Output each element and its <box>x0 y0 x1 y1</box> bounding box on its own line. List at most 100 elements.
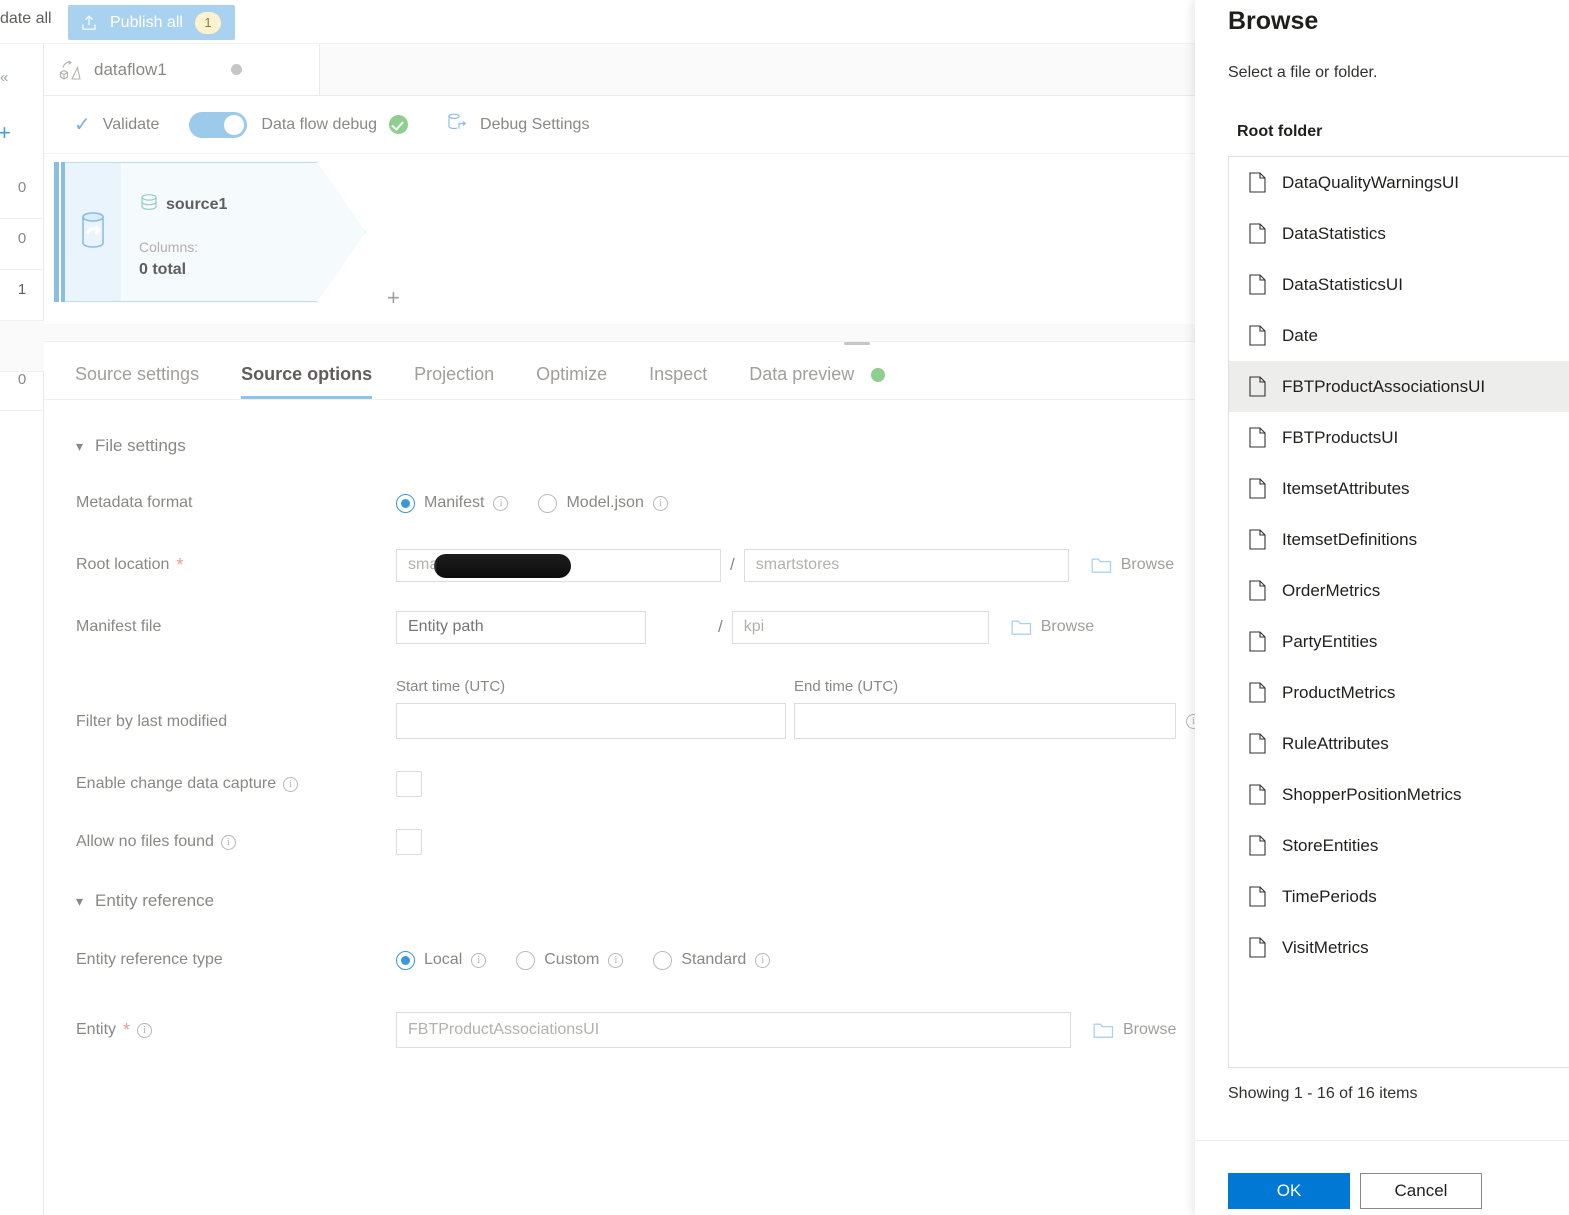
browse-list-item[interactable]: PartyEntities <box>1229 616 1569 667</box>
browse-list-item[interactable]: VisitMetrics <box>1229 922 1569 973</box>
cancel-button[interactable]: Cancel <box>1360 1173 1482 1209</box>
entity-input[interactable]: FBTProductAssociationsUI <box>396 1012 1071 1048</box>
browse-list-item-label: RuleAttributes <box>1282 733 1389 753</box>
browse-panel: Browse Select a file or folder. Root fol… <box>1195 0 1569 1215</box>
manifest-entity-path-input[interactable] <box>396 610 646 644</box>
browse-list-item-label: OrderMetrics <box>1282 580 1381 600</box>
root-location-folder-input[interactable]: smartstores <box>743 548 1069 582</box>
browse-list-item[interactable]: DataStatistics <box>1229 208 1569 259</box>
tab-inspect[interactable]: Inspect <box>649 364 707 399</box>
browse-panel-subtitle: Select a file or folder. <box>1228 64 1378 81</box>
publish-all-button[interactable]: Publish all 1 <box>68 5 235 40</box>
browse-list-item-label: ItemsetDefinitions <box>1282 529 1418 549</box>
file-icon <box>1249 835 1266 856</box>
browse-list-item[interactable]: OrderMetrics <box>1229 565 1569 616</box>
browse-list-item[interactable]: StoreEntities <box>1229 820 1569 871</box>
browse-list-item[interactable]: Date <box>1229 310 1569 361</box>
radio-model-json[interactable]: Model.json i <box>538 493 668 513</box>
radio-custom-control[interactable] <box>516 950 536 970</box>
validate-all-label[interactable]: date all <box>0 10 52 28</box>
file-icon <box>1249 376 1266 397</box>
radio-standard[interactable]: Standard i <box>653 950 771 970</box>
root-location-browse-label: Browse <box>1120 556 1175 573</box>
redaction-overlay <box>434 553 571 578</box>
file-icon <box>1249 937 1266 958</box>
data-flow-debug-toggle[interactable] <box>189 111 248 138</box>
info-icon[interactable]: i <box>608 952 624 968</box>
manifest-name-input[interactable]: kpi <box>731 610 989 644</box>
node-add-icon[interactable]: + <box>387 287 400 309</box>
browse-list-item[interactable]: ItemsetDefinitions <box>1229 514 1569 565</box>
validate-label: Validate <box>102 115 160 133</box>
info-icon[interactable]: i <box>283 776 299 792</box>
browse-list-item[interactable]: FBTProductAssociationsUI <box>1229 361 1569 412</box>
entity-browse-button[interactable]: Browse <box>1093 1021 1176 1039</box>
tab-source-settings[interactable]: Source settings <box>75 364 199 399</box>
chevron-down-icon: ▾ <box>76 437 84 454</box>
allow-no-files-checkbox[interactable] <box>396 829 422 855</box>
radio-standard-control[interactable] <box>653 950 673 970</box>
radio-manifest[interactable]: Manifest i <box>396 493 509 513</box>
source-node[interactable]: source1 Columns: 0 total + <box>54 162 400 309</box>
dataflow-tab[interactable]: dataflow1 <box>44 44 320 96</box>
debug-settings-button[interactable]: Debug Settings <box>446 112 589 137</box>
file-settings-title: File settings <box>95 436 186 455</box>
end-time-input[interactable] <box>794 703 1176 739</box>
browse-file-list[interactable]: DataQualityWarningsUI DataStatistics DataS… <box>1228 156 1569 1068</box>
enable-cdc-checkbox[interactable] <box>396 771 422 797</box>
rail-count-4: 0 <box>0 360 44 411</box>
enable-cdc-label: Enable change data capture i <box>76 775 396 793</box>
radio-custom-label: Custom <box>544 951 600 968</box>
root-location-browse-button[interactable]: Browse <box>1091 556 1174 574</box>
file-icon <box>1249 223 1266 244</box>
filter-last-modified-label-text: Filter by last modified <box>76 713 228 730</box>
info-icon[interactable]: i <box>652 495 668 511</box>
plus-icon[interactable]: + <box>0 122 24 144</box>
left-rail: « + 0 0 1 0 <box>0 0 44 1215</box>
radio-manifest-control[interactable] <box>396 493 415 513</box>
browse-list-item-label: DataStatistics <box>1282 223 1386 243</box>
node-shape <box>121 162 366 302</box>
info-icon[interactable]: i <box>755 952 771 968</box>
browse-list-item[interactable]: FBTProductsUI <box>1229 412 1569 463</box>
file-icon <box>1249 274 1266 295</box>
dataflow-tab-label: dataflow1 <box>94 59 167 79</box>
enable-cdc-label-text: Enable change data capture <box>76 775 277 792</box>
info-icon[interactable]: i <box>137 1022 153 1038</box>
browse-list-item[interactable]: ProductMetrics <box>1229 667 1569 718</box>
file-icon <box>1249 172 1266 193</box>
browse-list-item[interactable]: RuleAttributes <box>1229 718 1569 769</box>
validate-button[interactable]: ✓ Validate <box>74 115 159 135</box>
ok-button[interactable]: OK <box>1228 1173 1350 1209</box>
source-stream-icon <box>139 192 159 217</box>
chevron-double-left-icon[interactable]: « <box>0 68 20 88</box>
browse-list-item[interactable]: DataQualityWarningsUI <box>1229 157 1569 208</box>
manifest-file-browse-label: Browse <box>1040 618 1095 635</box>
browse-list-item[interactable]: TimePeriods <box>1229 871 1569 922</box>
info-icon[interactable]: i <box>471 952 487 968</box>
manifest-file-label: Manifest file <box>76 618 396 636</box>
manifest-file-browse-button[interactable]: Browse <box>1011 618 1094 636</box>
info-icon[interactable]: i <box>220 834 236 850</box>
info-icon[interactable]: i <box>493 495 509 511</box>
radio-model-json-control[interactable] <box>538 493 558 513</box>
start-time-input[interactable] <box>396 703 786 739</box>
file-icon <box>1249 682 1266 703</box>
folder-icon <box>1011 619 1032 636</box>
browse-list-item[interactable]: ShopperPositionMetrics <box>1229 769 1569 820</box>
browse-list-item[interactable]: ItemsetAttributes <box>1229 463 1569 514</box>
entity-reference-title: Entity reference <box>95 891 215 910</box>
radio-custom[interactable]: Custom i <box>516 950 624 970</box>
radio-local-control[interactable] <box>396 950 415 970</box>
entity-label-text: Entity <box>76 1021 117 1038</box>
tab-projection[interactable]: Projection <box>414 364 494 399</box>
browse-list-item-label: PartyEntities <box>1282 631 1378 651</box>
node-columns-value: 0 total <box>139 261 187 278</box>
radio-local[interactable]: Local i <box>396 950 487 970</box>
tab-optimize[interactable]: Optimize <box>536 364 607 399</box>
node-body: source1 Columns: 0 total + <box>121 162 400 309</box>
browse-list-item[interactable]: DataStatisticsUI <box>1229 259 1569 310</box>
tab-source-options[interactable]: Source options <box>241 364 373 399</box>
tab-data-preview[interactable]: Data preview <box>749 364 886 399</box>
root-location-label-text: Root location <box>76 556 170 573</box>
